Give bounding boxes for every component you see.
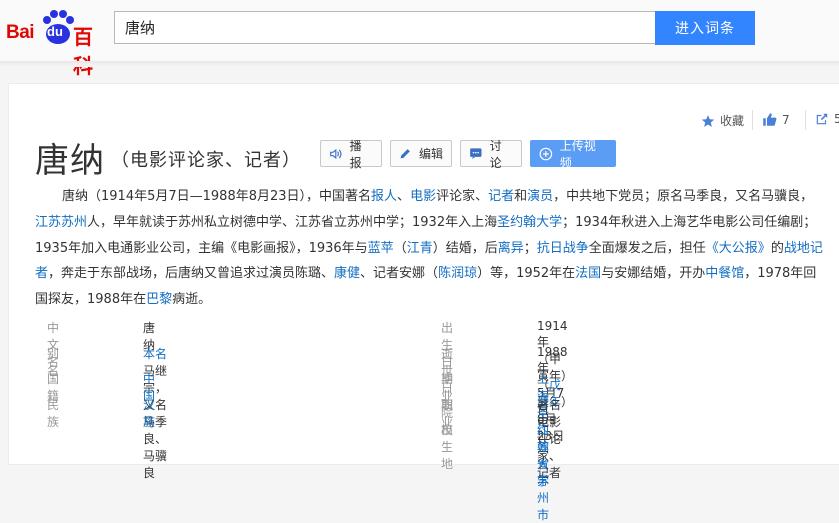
comment-icon (470, 148, 482, 160)
summary-link[interactable]: 江苏苏州 (35, 215, 87, 230)
thumbs-up-icon (763, 113, 777, 126)
edit-button[interactable]: 编辑 (390, 140, 452, 167)
summary-link[interactable]: 巴黎 (146, 292, 172, 307)
entry-subtitle: （电影评论家、记者） (111, 150, 301, 171)
pencil-icon (400, 149, 410, 159)
logo-baike-text: 百科 (73, 25, 93, 78)
summary-text: ）等，1952年在 (477, 266, 576, 282)
summary-link[interactable]: 康健 (334, 266, 360, 281)
info-key: 民 族 (47, 397, 72, 429)
summary-link[interactable]: 蓝苹 (368, 241, 394, 256)
summary-link[interactable]: 电影 (410, 189, 436, 204)
summary-link[interactable]: 离异 (498, 241, 524, 256)
upload-video-label: 上传视频 (559, 138, 596, 170)
summary-text: 病逝。 (172, 292, 212, 308)
summary-link[interactable]: 抗日战争 (537, 241, 589, 256)
header-shadow (0, 61, 839, 67)
summary-link[interactable]: 法国 (575, 266, 601, 281)
summary-link[interactable]: 陈润琼 (438, 266, 477, 281)
like-count: 7 (782, 112, 790, 127)
speaker-icon (330, 148, 342, 159)
share-count: 5 (834, 112, 839, 126)
summary-text: 、 (397, 189, 411, 204)
summary-text: 人，早年就读于苏州私立树德中学、江苏省立苏州中学；1932年入上海 (87, 214, 498, 230)
logo-du-text: du (47, 24, 63, 39)
info-key: 出生地 (441, 423, 454, 471)
baidu-baike-logo[interactable]: Bai du 百科 (4, 10, 108, 78)
summary-text: 和 (514, 189, 528, 204)
info-value: 江苏省苏州市 (537, 421, 549, 523)
enter-entry-button[interactable]: 进入词条 (655, 11, 755, 45)
top-header: Bai du 百科 进入词条 (0, 0, 839, 78)
upload-video-button[interactable]: 上传视频 (530, 139, 616, 170)
summary-text: ，中共地下党员；原名马季良，又名马骥良， (553, 189, 814, 204)
info-value: 汉族 (143, 396, 155, 430)
info-value-link[interactable]: 本名 (143, 347, 167, 361)
star-icon (701, 114, 715, 127)
edit-label: 编辑 (419, 147, 444, 161)
share-button[interactable]: 5 (815, 112, 839, 126)
play-button[interactable]: 播报 (320, 139, 382, 170)
favorite-label: 收藏 (720, 114, 745, 128)
discuss-button[interactable]: 讨论 (460, 139, 522, 170)
logo-bai-text: Bai (6, 22, 35, 43)
tool-divider (805, 110, 806, 130)
entry-summary: 唐纳（1914年5月7日—1988年8月23日），中国著名报人、电影评论家、记者… (35, 184, 825, 313)
summary-text: 与安娜结婚，开办 (601, 266, 706, 282)
summary-text: ； (523, 240, 537, 256)
summary-link[interactable]: 演员 (527, 189, 553, 204)
summary-link[interactable]: 记者 (488, 189, 514, 204)
info-value-link[interactable]: 江苏省苏州市 (537, 423, 549, 522)
favorite-button[interactable]: 收藏 (701, 112, 744, 129)
summary-link[interactable]: 圣约翰大学 (497, 215, 562, 230)
tool-divider (752, 110, 753, 130)
search-input[interactable] (114, 11, 655, 44)
like-button[interactable]: 7 (762, 112, 790, 127)
summary-text: 唐纳（1914年5月7日—1988年8月23日），中国著名 (62, 189, 372, 204)
summary-link[interactable]: 《大公报》 (706, 241, 771, 256)
summary-link[interactable]: 报人 (371, 189, 397, 204)
info-value-link[interactable]: 汉族 (143, 398, 155, 429)
summary-link[interactable]: 江青 (407, 241, 433, 256)
summary-text: 、记者安娜（ (360, 266, 439, 282)
share-icon (816, 113, 828, 125)
play-label: 播报 (349, 138, 362, 170)
summary-text: （ (393, 240, 407, 256)
entry-title: 唐纳 (35, 141, 105, 181)
summary-text: ）结婚，后 (432, 240, 498, 256)
summary-text: 的 (770, 240, 784, 256)
discuss-label: 讨论 (489, 138, 502, 170)
summary-text: 评论家、 (436, 189, 489, 204)
summary-text: 全面爆发之后，担任 (588, 240, 706, 256)
plus-circle-icon (539, 147, 553, 160)
summary-link[interactable]: 中餐馆 (705, 266, 744, 281)
summary-text: ，奔走于东部战场，后唐纳又曾追求过演员陈璐、 (48, 266, 335, 282)
